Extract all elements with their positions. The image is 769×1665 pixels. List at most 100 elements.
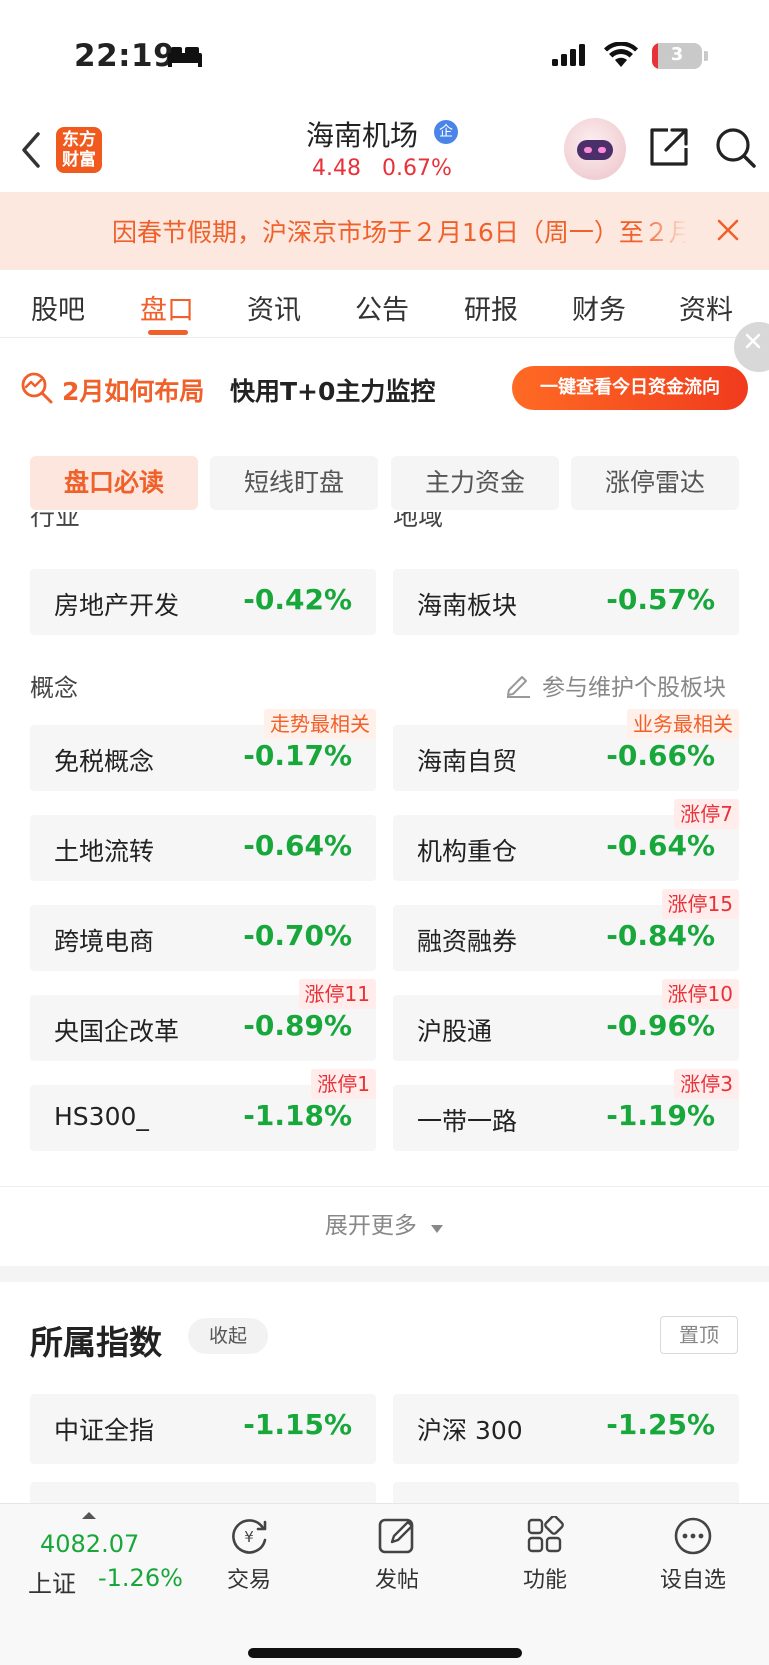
concept-card[interactable]: 一带一路 -1.19% 涨停3 xyxy=(393,1069,739,1151)
board-pct: -0.17% xyxy=(243,739,352,772)
trade-icon: ¥ xyxy=(194,1516,304,1556)
nav-label: 交易 xyxy=(226,1568,271,1593)
notice-text: 因春节假期，沪深京市场于２月16日（周一）至２月 xyxy=(112,218,686,247)
tab-news[interactable]: 资讯 xyxy=(247,288,301,327)
robot-avatar-icon[interactable] xyxy=(564,118,626,180)
add-watchlist-icon xyxy=(638,1516,748,1556)
nav-label: 设自选 xyxy=(659,1568,726,1593)
limit-up-tag: 涨停11 xyxy=(298,979,376,1009)
stock-name: 海南机场 xyxy=(306,119,419,152)
board-name: 土地流转 xyxy=(54,837,155,866)
limit-up-tag: 涨停10 xyxy=(661,979,739,1009)
board-pct: -0.66% xyxy=(606,739,715,772)
board-name: 机构重仓 xyxy=(417,837,518,866)
close-icon[interactable] xyxy=(716,218,740,246)
home-indicator xyxy=(248,1648,522,1658)
concept-card[interactable]: 融资融券 -0.84% 涨停15 xyxy=(393,889,739,971)
limit-up-tag: 涨停15 xyxy=(661,889,739,919)
search-icon[interactable] xyxy=(714,126,758,174)
tab-guba[interactable]: 股吧 xyxy=(31,288,85,327)
clock: 22:19 xyxy=(74,38,176,74)
nav-add-watchlist[interactable]: 设自选 xyxy=(638,1516,748,1594)
concept-card[interactable]: 跨境电商 -0.70% xyxy=(30,905,376,971)
edit-icon xyxy=(504,670,532,702)
battery-icon: 3 xyxy=(652,43,702,69)
board-name: 央国企改革 xyxy=(54,1017,180,1046)
correlation-tag: 业务最相关 xyxy=(627,709,739,739)
board-name: 房地产开发 xyxy=(54,591,180,620)
concept-card[interactable]: 海南自贸 -0.66% 业务最相关 xyxy=(393,709,739,791)
index-pct: -1.15% xyxy=(243,1408,352,1441)
board-name: 免税概念 xyxy=(54,747,155,776)
nav-functions[interactable]: 功能 xyxy=(490,1516,600,1594)
limit-up-tag: 涨停1 xyxy=(311,1069,376,1099)
board-name: 海南自贸 xyxy=(417,747,518,776)
holiday-notice-banner[interactable]: 因春节假期，沪深京市场于２月16日（周一）至２月 xyxy=(0,192,769,270)
nav-label: 功能 xyxy=(522,1568,567,1593)
sh-index-value[interactable]: 4082.07 xyxy=(40,1530,139,1558)
fund-flow-button[interactable]: 一键查看今日资金流向 xyxy=(512,366,748,410)
index-card[interactable]: 中证全指 -1.15% xyxy=(30,1394,376,1464)
subtab-limit-up-radar[interactable]: 涨停雷达 xyxy=(571,456,739,510)
concept-card[interactable]: 机构重仓 -0.64% 涨停7 xyxy=(393,799,739,881)
board-pct: -0.84% xyxy=(606,919,715,952)
index-section-title: 所属指数 xyxy=(30,1323,162,1362)
promo-title: 2月如何布局 xyxy=(62,377,205,406)
back-icon[interactable] xyxy=(16,128,46,176)
board-pct: -0.96% xyxy=(606,1009,715,1042)
region-label: 地域 xyxy=(393,512,444,531)
board-name: HS300_ xyxy=(54,1102,149,1131)
subtab-must-read[interactable]: 盘口必读 xyxy=(30,456,198,510)
bed-icon xyxy=(168,45,202,71)
region-card[interactable]: 海南板块 -0.57% xyxy=(393,569,739,635)
post-icon xyxy=(342,1516,452,1556)
bottom-bar: 4082.07 上证 -1.26% ¥ 交易 发帖 功能 设自选 xyxy=(0,1503,769,1665)
stock-price: 4.48 xyxy=(312,156,361,181)
subtab-main-funds[interactable]: 主力资金 xyxy=(391,456,559,510)
limit-up-tag: 涨停3 xyxy=(674,1069,739,1099)
board-pct: -0.57% xyxy=(606,583,715,616)
expand-more-button[interactable]: 展开更多 xyxy=(0,1206,769,1240)
board-pct: -1.18% xyxy=(243,1099,352,1132)
subtab-short-term[interactable]: 短线盯盘 xyxy=(210,456,378,510)
tab-profile[interactable]: 资料 xyxy=(679,288,733,327)
promo-subtitle: 快用T+0主力监控 xyxy=(230,377,436,406)
concept-card[interactable]: 土地流转 -0.64% xyxy=(30,815,376,881)
nav-trade[interactable]: ¥ 交易 xyxy=(194,1516,304,1594)
concept-card[interactable]: 沪股通 -0.96% 涨停10 xyxy=(393,979,739,1061)
collapse-button[interactable]: 收起 xyxy=(188,1318,268,1354)
board-pct: -0.89% xyxy=(243,1009,352,1042)
sh-index-name[interactable]: 上证 xyxy=(28,1564,76,1599)
promo-banner[interactable]: 2月如何布局 快用T+0主力监控 一键查看今日资金流向 xyxy=(0,339,769,439)
share-icon[interactable] xyxy=(648,126,690,172)
concept-card[interactable]: 央国企改革 -0.89% 涨停11 xyxy=(30,979,376,1061)
board-pct: -1.19% xyxy=(606,1099,715,1132)
board-name: 一带一路 xyxy=(417,1107,518,1136)
board-pct: -0.64% xyxy=(243,829,352,862)
board-name: 海南板块 xyxy=(417,591,518,620)
tab-bar: 股吧 盘口 资讯 公告 研报 财务 资料 xyxy=(0,270,769,338)
nav-label: 发帖 xyxy=(374,1568,419,1593)
signal-icon xyxy=(552,44,586,70)
index-name: 沪深 300 xyxy=(417,1416,523,1445)
stock-change-pct: 0.67% xyxy=(382,156,452,181)
nav-post[interactable]: 发帖 xyxy=(342,1516,452,1594)
board-name: 沪股通 xyxy=(417,1017,493,1046)
limit-up-tag: 涨停7 xyxy=(674,799,739,829)
sh-index-pct[interactable]: -1.26% xyxy=(98,1564,183,1592)
industry-card[interactable]: 房地产开发 -0.42% xyxy=(30,569,376,635)
pin-to-top-button[interactable]: 置顶 xyxy=(660,1316,738,1354)
tab-research[interactable]: 研报 xyxy=(464,288,518,327)
expand-up-icon[interactable] xyxy=(82,1512,96,1519)
maintain-boards-link[interactable]: 参与维护个股板块 xyxy=(542,668,726,702)
status-bar: 22:19 3 xyxy=(0,0,769,110)
tab-announcements[interactable]: 公告 xyxy=(355,288,409,327)
concept-card[interactable]: HS300_ -1.18% 涨停1 xyxy=(30,1069,376,1151)
index-card[interactable]: 沪深 300 -1.25% xyxy=(393,1394,739,1464)
tab-pankou[interactable]: 盘口 xyxy=(140,288,194,327)
tab-finance[interactable]: 财务 xyxy=(572,288,626,327)
concept-card[interactable]: 免税概念 -0.17% 走势最相关 xyxy=(30,709,376,791)
eastmoney-logo[interactable]: 东方 财富 xyxy=(56,127,102,173)
index-pct: -1.25% xyxy=(606,1408,715,1441)
correlation-tag: 走势最相关 xyxy=(264,709,376,739)
